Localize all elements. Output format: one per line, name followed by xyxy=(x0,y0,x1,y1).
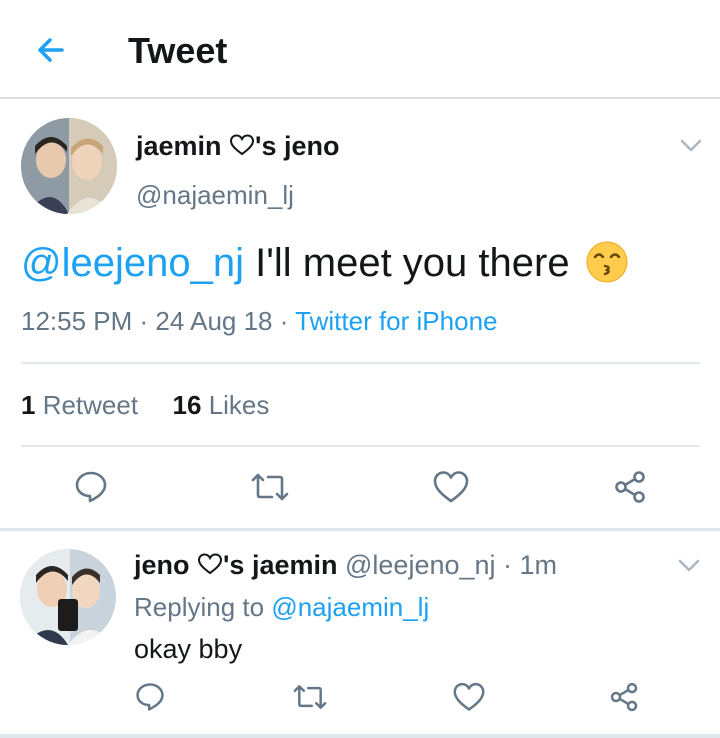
reply-name-part2: 's jaemin xyxy=(223,550,338,580)
likes-count: 16 xyxy=(172,390,202,420)
share-icon[interactable] xyxy=(612,469,648,510)
page-title: Tweet xyxy=(128,30,228,71)
reply-display-name[interactable]: jeno 's jaemin xyxy=(134,550,338,580)
kissing-face-smiling-eyes-icon xyxy=(585,240,629,284)
like-heart-icon[interactable] xyxy=(452,681,486,718)
likes-count-link[interactable]: 16 Likes xyxy=(173,390,270,420)
bottom-divider xyxy=(0,734,720,738)
like-heart-icon[interactable] xyxy=(432,469,470,510)
back-arrow-icon[interactable] xyxy=(30,28,74,72)
reply-icon[interactable] xyxy=(134,681,166,718)
reply-handle-time: @leejeno_nj · 1m xyxy=(337,550,558,580)
retweet-icon[interactable] xyxy=(250,469,290,510)
meta-separator: · xyxy=(272,306,296,336)
tweet-date: 24 Aug 18 xyxy=(155,306,273,336)
tweet-mention-link[interactable]: @leejeno_nj xyxy=(21,241,244,285)
divider xyxy=(21,362,700,364)
reply-header: jeno 's jaemin @leejeno_nj · 1m xyxy=(134,550,557,581)
chevron-down-icon[interactable] xyxy=(680,139,702,153)
replying-to-line: Replying to @najaemin_lj xyxy=(134,592,429,623)
retweet-icon[interactable] xyxy=(292,681,328,718)
reply-text: okay bby xyxy=(134,634,243,664)
divider xyxy=(21,445,700,447)
tweet-timestamp-line: 12:55 PM · 24 Aug 18 · Twitter for iPhon… xyxy=(21,306,497,337)
author-name-part2: 's jeno xyxy=(255,131,340,161)
retweets-count-link[interactable]: 1 Retweet xyxy=(21,390,138,420)
section-divider xyxy=(0,528,720,531)
heart-outline-icon xyxy=(197,550,223,580)
meta-separator: · xyxy=(132,306,156,336)
reply-icon[interactable] xyxy=(73,469,109,510)
reply-author-avatar[interactable] xyxy=(20,549,116,645)
author-display-name[interactable]: jaemin 's jeno xyxy=(136,131,340,162)
likes-label: Likes xyxy=(201,390,270,420)
author-name-part1: jaemin xyxy=(136,131,230,161)
retweets-label: Retweet xyxy=(35,390,139,420)
replying-to-handle-link[interactable]: @najaemin_lj xyxy=(271,592,429,622)
tweet-body: I'll meet you there xyxy=(244,241,570,285)
share-icon[interactable] xyxy=(608,681,640,718)
heart-outline-icon xyxy=(229,131,255,161)
engagement-counts: 1 Retweet 16 Likes xyxy=(21,390,269,421)
tweet-text: @leejeno_nj I'll meet you there xyxy=(21,240,629,286)
tweet-source-link[interactable]: Twitter for iPhone xyxy=(295,306,497,336)
author-avatar[interactable] xyxy=(21,118,117,214)
retweets-count: 1 xyxy=(21,390,36,420)
reply-name-part1: jeno xyxy=(134,550,198,580)
tweet-time: 12:55 PM xyxy=(21,306,133,336)
replying-prefix: Replying to xyxy=(134,592,272,622)
top-bar: Tweet xyxy=(0,0,720,99)
author-handle[interactable]: @najaemin_lj xyxy=(136,180,294,211)
chevron-down-icon[interactable] xyxy=(678,559,700,573)
